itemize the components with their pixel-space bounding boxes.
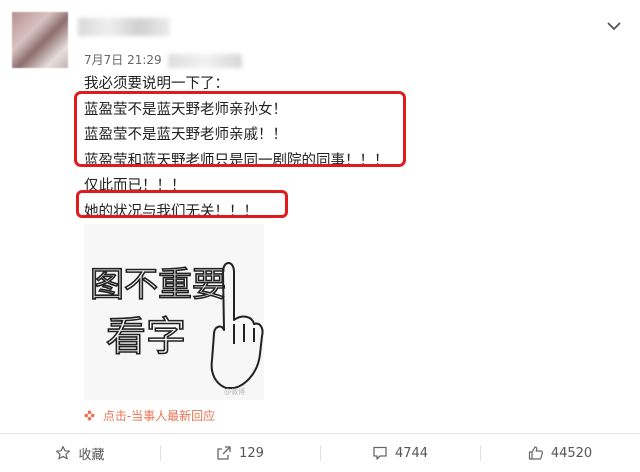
- image-watermark: @微博: [224, 387, 245, 396]
- highlight-box: [74, 91, 406, 167]
- repost-icon: [217, 446, 231, 460]
- username-blurred[interactable]: [78, 18, 170, 36]
- comment-icon: [373, 446, 387, 460]
- post-image[interactable]: 图不重要 看字 @微博: [84, 224, 264, 400]
- like-count: 44520: [550, 445, 593, 461]
- repost-button[interactable]: 129: [160, 434, 320, 472]
- post-meta: 7月7日 21:29: [84, 51, 242, 68]
- action-bar: 收藏 129 4744 44520: [0, 433, 640, 472]
- recent-response-text: 点击-当事人最新回应: [102, 409, 216, 423]
- highlight-box: [76, 190, 288, 218]
- source-blurred: [167, 53, 242, 68]
- post-time[interactable]: 7月7日 21:29: [84, 53, 162, 67]
- like-icon: [528, 446, 543, 460]
- image-text-line1: 图不重要: [90, 265, 226, 305]
- flower-icon: [84, 409, 99, 423]
- like-button[interactable]: 44520: [480, 434, 640, 472]
- star-icon: [56, 445, 71, 460]
- collect-button[interactable]: 收藏: [0, 434, 160, 472]
- avatar[interactable]: [12, 12, 68, 68]
- repost-count: 129: [239, 445, 264, 461]
- image-text-line2: 看字: [106, 314, 186, 360]
- comment-count: 4744: [394, 445, 429, 461]
- recent-response-link[interactable]: 点击-当事人最新回应: [84, 407, 215, 424]
- comment-button[interactable]: 4744: [320, 434, 480, 472]
- chevron-down-icon[interactable]: [604, 16, 624, 36]
- collect-label: 收藏: [78, 447, 105, 463]
